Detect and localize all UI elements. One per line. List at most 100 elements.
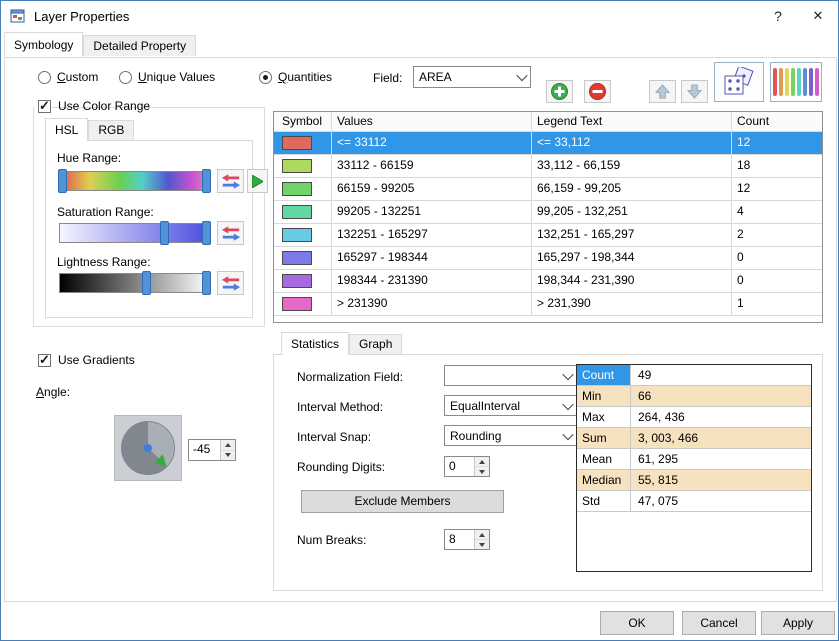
random-colors-button[interactable]	[714, 62, 764, 102]
use-color-range-label: Use Color Range	[58, 99, 151, 113]
radio-custom[interactable]	[38, 71, 51, 84]
angle-dial[interactable]	[114, 415, 182, 481]
interval-method-combobox[interactable]: EqualInterval	[444, 395, 577, 416]
close-button[interactable]: ✕	[798, 1, 838, 31]
cell-legend: 99,205 - 132,251	[532, 201, 732, 224]
saturation-slider-thumb-max[interactable]	[202, 221, 211, 245]
move-up-button[interactable]	[649, 80, 676, 103]
stat-row[interactable]: Sum 3, 003, 466	[577, 428, 811, 449]
table-row[interactable]: > 231390 > 231,390 1	[274, 293, 822, 316]
saturation-reverse-button[interactable]	[217, 221, 244, 245]
stat-value: 61, 295	[631, 449, 811, 470]
ok-button[interactable]: OK	[600, 611, 674, 635]
interval-snap-label: Interval Snap:	[297, 430, 372, 444]
rounding-digits-value: 0	[449, 459, 456, 473]
tab-hsl[interactable]: HSL	[45, 118, 89, 141]
num-breaks-spinner[interactable]: 8	[444, 529, 490, 550]
table-row[interactable]: 99205 - 132251 99,205 - 132,251 4	[274, 201, 822, 224]
column-header-values[interactable]: Values	[332, 112, 532, 132]
symbol-swatch	[282, 181, 312, 196]
column-header-count[interactable]: Count	[732, 112, 822, 132]
color-ramp-button[interactable]	[770, 62, 822, 102]
tab-symbology[interactable]: Symbology	[4, 32, 84, 57]
table-row[interactable]: 132251 - 165297 132,251 - 165,297 2	[274, 224, 822, 247]
table-row[interactable]: 198344 - 231390 198,344 - 231,390 0	[274, 270, 822, 293]
statistics-tab-strip: Statistics Graph	[281, 332, 403, 355]
add-break-button[interactable]	[546, 80, 573, 103]
table-row[interactable]: 66159 - 99205 66,159 - 99,205 12	[274, 178, 822, 201]
chevron-down-icon	[559, 396, 576, 415]
column-header-symbol[interactable]: Symbol	[274, 112, 332, 132]
use-color-range-checkbox[interactable]: Use Color Range	[34, 98, 150, 115]
use-gradients-checkbox[interactable]	[38, 352, 51, 368]
hue-slider-thumb-min[interactable]	[58, 169, 67, 193]
swap-arrows-icon	[221, 173, 240, 189]
cell-legend: 132,251 - 165,297	[532, 224, 732, 247]
cell-values: 66159 - 99205	[332, 178, 532, 201]
angle-spinner[interactable]: -45	[188, 439, 236, 461]
table-row[interactable]: 33112 - 66159 33,112 - 66,159 18	[274, 155, 822, 178]
dial-center-dot	[144, 444, 152, 452]
lightness-reverse-button[interactable]	[217, 271, 244, 295]
angle-label: Angle:	[36, 385, 71, 399]
exclude-members-button[interactable]: Exclude Members	[301, 490, 504, 513]
remove-break-button[interactable]	[584, 80, 611, 103]
saturation-range-label: Saturation Range:	[57, 205, 154, 219]
stat-row[interactable]: Count 49	[577, 365, 811, 386]
move-down-button[interactable]	[681, 80, 708, 103]
table-row[interactable]: <= 33112 <= 33,112 12	[274, 132, 822, 155]
spin-down-button[interactable]	[475, 540, 489, 549]
normalization-field-combobox[interactable]	[444, 365, 577, 386]
spin-down-button[interactable]	[475, 467, 489, 476]
stat-name: Max	[577, 407, 631, 428]
tab-statistics[interactable]: Statistics	[281, 332, 350, 355]
cell-legend: <= 33,112	[532, 132, 732, 155]
angle-spinner-buttons	[220, 440, 235, 460]
interval-snap-combobox[interactable]: Rounding	[444, 425, 577, 446]
spin-up-button[interactable]	[221, 440, 235, 451]
lightness-range-slider[interactable]	[59, 271, 211, 295]
stat-row[interactable]: Std 47, 075	[577, 491, 811, 512]
radio-unique-values-label[interactable]: Unique Values	[138, 70, 215, 84]
spin-down-button[interactable]	[221, 450, 235, 460]
stat-row[interactable]: Max 264, 436	[577, 407, 811, 428]
radio-quantities-label[interactable]: Quantities	[278, 70, 332, 84]
symbol-swatch	[282, 227, 312, 242]
tab-statistics-label: Statistics	[291, 337, 340, 351]
hue-range-slider[interactable]	[58, 169, 211, 193]
stat-name: Min	[577, 386, 631, 407]
help-button[interactable]: ?	[758, 1, 798, 31]
swap-arrows-icon	[221, 275, 240, 291]
saturation-range-slider[interactable]	[59, 221, 211, 245]
stat-row[interactable]: Min 66	[577, 386, 811, 407]
column-header-legend-text[interactable]: Legend Text	[532, 112, 732, 132]
tab-graph[interactable]: Graph	[349, 334, 403, 354]
hsl-rgb-tab-strip: HSL RGB	[45, 118, 135, 141]
tab-detailed-property[interactable]: Detailed Property	[83, 35, 197, 56]
color-ramp-icon	[772, 68, 820, 96]
radio-unique-values[interactable]	[119, 71, 132, 84]
radio-custom-label[interactable]: Custom	[57, 70, 98, 84]
cancel-button[interactable]: Cancel	[682, 611, 756, 635]
stat-row[interactable]: Mean 61, 295	[577, 449, 811, 470]
stat-value: 264, 436	[631, 407, 811, 428]
hue-apply-button[interactable]	[247, 169, 268, 193]
cell-count: 12	[732, 132, 822, 155]
use-color-range-checkbox-box[interactable]	[38, 98, 51, 114]
stat-name: Std	[577, 491, 631, 512]
hue-reverse-button[interactable]	[217, 169, 244, 193]
saturation-slider-thumb-min[interactable]	[160, 221, 169, 245]
radio-quantities[interactable]	[259, 71, 272, 84]
field-combobox[interactable]: AREA	[413, 66, 531, 88]
spin-up-button[interactable]	[475, 530, 489, 540]
cell-values: 165297 - 198344	[332, 247, 532, 270]
table-row[interactable]: 165297 - 198344 165,297 - 198,344 0	[274, 247, 822, 270]
apply-button[interactable]: Apply	[761, 611, 835, 635]
hue-slider-thumb-max[interactable]	[202, 169, 211, 193]
lightness-slider-thumb-min[interactable]	[142, 271, 151, 295]
tab-rgb[interactable]: RGB	[88, 120, 135, 140]
rounding-digits-spinner[interactable]: 0	[444, 456, 490, 477]
spin-up-button[interactable]	[475, 457, 489, 467]
stat-row[interactable]: Median 55, 815	[577, 470, 811, 491]
lightness-slider-thumb-max[interactable]	[202, 271, 211, 295]
